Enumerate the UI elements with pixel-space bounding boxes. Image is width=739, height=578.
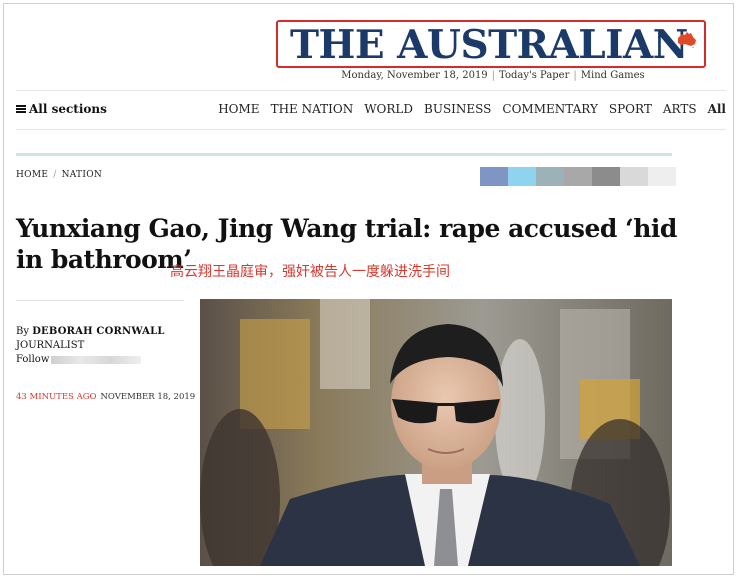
nav-commentary[interactable]: COMMENTARY	[502, 102, 597, 116]
nav-world[interactable]: WORLD	[364, 102, 413, 116]
publish-date: NOVEMBER 18, 2019	[100, 392, 196, 402]
hamburger-icon	[16, 104, 26, 113]
nav-the-nation[interactable]: THE NATION	[271, 102, 354, 116]
nav-all[interactable]: All	[708, 102, 726, 116]
share-button-7[interactable]	[648, 167, 676, 186]
time-ago: 43 MINUTES AGO	[16, 392, 97, 402]
mind-games-link[interactable]: Mind Games	[577, 70, 649, 81]
chinese-translation-annotation: 高云翔王晶庭审，强奸被告人一度躲进洗手间	[170, 264, 450, 280]
follow-link[interactable]: Follow	[16, 354, 49, 365]
share-button-5[interactable]	[592, 167, 620, 186]
share-button-4[interactable]	[564, 167, 592, 186]
australia-map-icon	[678, 32, 696, 48]
nav-home[interactable]: HOME	[218, 102, 259, 116]
share-button-2[interactable]	[508, 167, 536, 186]
nav-items: HOME THE NATION WORLD BUSINESS COMMENTARY SPO…	[207, 102, 726, 116]
masthead-subline: Monday, November 18, 2019 | Today's Paper |…	[278, 70, 708, 81]
breadcrumb-nation[interactable]: NATION	[62, 170, 103, 180]
byline: By DEBORAH CORNWALL JOURNALIST Follow	[16, 325, 165, 367]
byline-divider	[16, 300, 184, 301]
article-hero-image[interactable]	[200, 299, 672, 566]
masthead-date: Monday, November 18, 2019	[341, 70, 488, 81]
share-button-6[interactable]	[620, 167, 648, 186]
man-in-sunglasses-photo	[200, 299, 672, 566]
share-button-3[interactable]	[536, 167, 564, 186]
masthead-logo[interactable]: THE AUSTRALIAN	[290, 24, 688, 66]
section-divider	[16, 153, 672, 156]
author-name[interactable]: DEBORAH CORNWALL	[32, 326, 164, 337]
article-timestamp: 43 MINUTES AGO NOVEMBER 18, 2019	[16, 392, 195, 402]
all-sections-label: All sections	[29, 102, 107, 116]
nav-arts[interactable]: ARTS	[663, 102, 697, 116]
nav-sport[interactable]: SPORT	[609, 102, 652, 116]
todays-paper-link[interactable]: Today's Paper	[495, 70, 573, 81]
breadcrumb-home[interactable]: HOME	[16, 170, 48, 180]
share-buttons	[480, 167, 676, 186]
byline-prefix: By	[16, 326, 29, 337]
share-button-1[interactable]	[480, 167, 508, 186]
nav-business[interactable]: BUSINESS	[424, 102, 491, 116]
breadcrumb: HOME / NATION	[16, 170, 103, 180]
main-nav: All sections HOME THE NATION WORLD BUSINESS…	[16, 90, 726, 130]
follow-handle-redacted	[51, 355, 142, 364]
author-role: JOURNALIST	[16, 340, 85, 351]
all-sections-button[interactable]: All sections	[16, 102, 107, 116]
